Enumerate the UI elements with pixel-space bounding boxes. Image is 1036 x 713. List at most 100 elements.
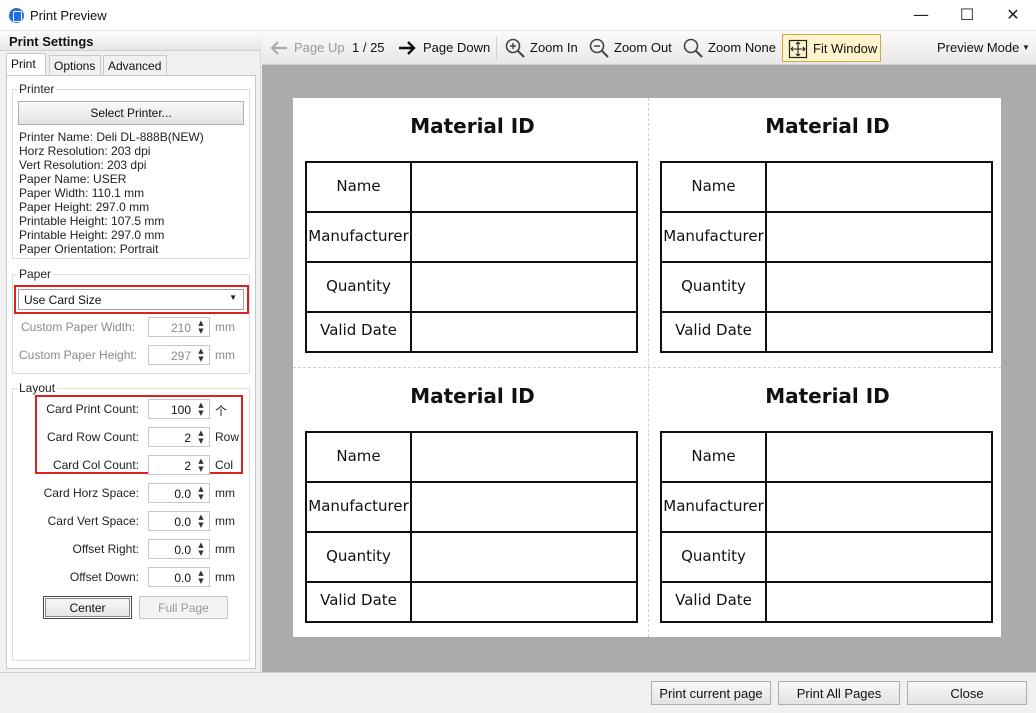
spinner-arrows-icon[interactable]: ▲ ▼ [196,347,206,363]
card-table: Name Manufacturer Quantity Valid Date [305,431,638,623]
card-col-count-input[interactable]: 2 ▲ ▼ [148,455,210,475]
spinner-arrows-icon[interactable]: ▲ ▼ [196,541,206,557]
table-row: Valid Date [662,583,991,621]
fit-window-icon [788,39,808,59]
row-label-quantity: Quantity [662,263,767,311]
card-row-count-input[interactable]: 2 ▲ ▼ [148,427,210,447]
preview-page: Material ID Name Manufacturer Quantity V… [293,98,1001,637]
spinner-arrows-icon[interactable]: ▲ ▼ [196,485,206,501]
card-horz-space-unit: mm [215,486,235,500]
custom-height-input[interactable]: 297 ▲ ▼ [148,345,210,365]
row-label-valid-date: Valid Date [662,583,767,621]
close-button[interactable]: Close [907,681,1027,705]
card-col-count-label: Card Col Count: [52,458,139,472]
custom-width-input[interactable]: 210 ▲ ▼ [148,317,210,337]
card-print-count-value: 100 [170,403,191,417]
card-title: Material ID [410,114,535,138]
card-vert-space-input[interactable]: 0.0 ▲ ▼ [148,511,210,531]
custom-width-label: Custom Paper Width: [21,320,136,334]
custom-width-value: 210 [170,321,191,335]
preview-toolbar: Page Up 1 / 25 Page Down Zoom In Zoom Ou… [262,31,1036,65]
title-bar: Print Preview — ☐ ✕ [0,0,1036,31]
card-col-count-unit: Col [215,458,234,472]
card-col-count-value: 2 [184,459,191,473]
paper-mode-select[interactable]: Use Card Size ▼ [18,289,244,310]
tab-print[interactable]: Print [6,53,46,76]
row-label-manufacturer: Manufacturer [307,483,412,531]
full-page-button[interactable]: Full Page [139,596,228,619]
zoom-out-icon [589,38,609,58]
printable-height-1: Printable Height: 107.5 mm [19,214,165,228]
row-label-valid-date: Valid Date [307,583,412,621]
table-row: Name [662,433,991,483]
card-row-count-unit: Row [215,430,240,444]
row-label-quantity: Quantity [662,533,767,581]
spinner-arrows-icon[interactable]: ▲ ▼ [196,319,206,335]
zoom-in-button[interactable]: Zoom In [504,31,582,65]
card-row-count-label: Card Row Count: [46,430,139,444]
fit-window-button[interactable]: Fit Window [782,34,881,62]
table-row: Name [307,433,636,483]
card-print-count-input[interactable]: 100 ▲ ▼ [148,399,210,419]
row-label-manufacturer: Manufacturer [307,213,412,261]
tab-advanced[interactable]: Advanced [103,55,167,75]
table-row: Valid Date [307,583,636,621]
zoom-none-label: Zoom None [708,40,776,55]
card-vert-space-label: Card Vert Space: [47,514,139,528]
custom-height-unit: mm [215,348,235,362]
spinner-arrows-icon[interactable]: ▲ ▼ [196,457,206,473]
paper-orientation: Paper Orientation: Portrait [19,242,159,256]
paper-mode-value: Use Card Size [24,293,102,307]
toolbar-separator [496,37,497,59]
row-label-quantity: Quantity [307,533,412,581]
spinner-arrows-icon[interactable]: ▲ ▼ [196,569,206,585]
table-row: Valid Date [307,313,636,351]
tab-options[interactable]: Options [49,55,101,75]
offset-right-input[interactable]: 0.0 ▲ ▼ [148,539,210,559]
preview-canvas[interactable]: Material ID Name Manufacturer Quantity V… [262,65,1036,672]
page-down-button[interactable]: Page Down [396,31,492,65]
card-vert-space-value: 0.0 [174,515,191,529]
custom-height-value: 297 [170,349,191,363]
window-title: Print Preview [30,8,107,23]
page-up-button[interactable]: Page Up [268,31,348,65]
zoom-out-button[interactable]: Zoom Out [588,31,678,65]
print-current-page-button[interactable]: Print current page [651,681,771,705]
card-print-count-label: Card Print Count: [46,402,139,416]
offset-down-input[interactable]: 0.0 ▲ ▼ [148,567,210,587]
row-label-manufacturer: Manufacturer [662,483,767,531]
preview-mode-dropdown[interactable]: Preview Mode ▼ [936,31,1032,65]
page-indicator: 1 / 25 [352,40,385,55]
card-horz-space-label: Card Horz Space: [43,486,139,500]
print-all-pages-button[interactable]: Print All Pages [778,681,900,705]
spinner-arrows-icon[interactable]: ▲ ▼ [196,429,206,445]
close-window-button[interactable]: ✕ [990,0,1036,31]
printable-height-2: Printable Height: 297.0 mm [19,228,165,242]
card-print-count-unit: 个 [215,404,228,418]
label-card: Material ID Name Manufacturer Quantity V… [660,98,995,354]
center-button[interactable]: Center [43,596,132,619]
row-label-valid-date: Valid Date [662,313,767,351]
table-row: Manufacturer [662,213,991,263]
page-down-label: Page Down [423,40,491,55]
offset-down-unit: mm [215,570,235,584]
paper-width: Paper Width: 110.1 mm [19,186,145,200]
table-row: Name [662,163,991,213]
vert-resolution: Vert Resolution: 203 dpi [19,158,147,172]
minimize-button[interactable]: — [898,0,944,31]
zoom-none-button[interactable]: Zoom None [682,31,780,65]
magnifier-icon [683,38,703,58]
card-horz-space-value: 0.0 [174,487,191,501]
layout-group-label: Layout [17,381,58,395]
spinner-arrows-icon[interactable]: ▲ ▼ [196,513,206,529]
offset-right-label: Offset Right: [72,542,139,556]
maximize-button[interactable]: ☐ [944,0,990,31]
spinner-arrows-icon[interactable]: ▲ ▼ [196,401,206,417]
select-printer-button[interactable]: Select Printer... [18,101,244,125]
table-row: Name [307,163,636,213]
card-horz-space-input[interactable]: 0.0 ▲ ▼ [148,483,210,503]
arrow-right-icon [399,41,416,55]
offset-right-value: 0.0 [174,543,191,557]
horz-resolution: Horz Resolution: 203 dpi [19,144,151,158]
paper-height: Paper Height: 297.0 mm [19,200,150,214]
